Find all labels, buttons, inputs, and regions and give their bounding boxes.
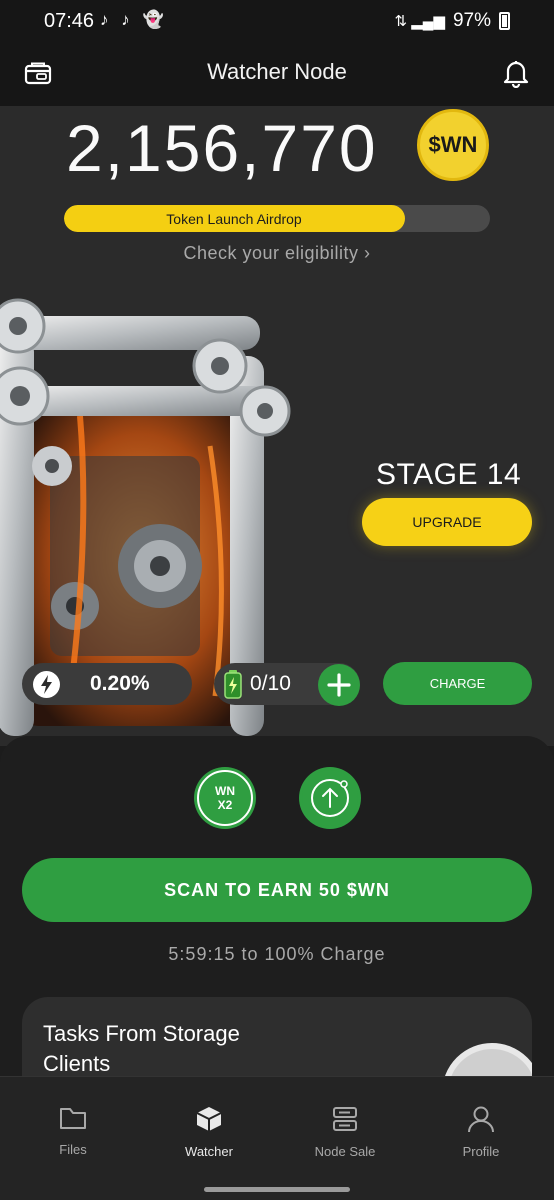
battery-charge-icon <box>223 669 243 704</box>
home-indicator[interactable] <box>204 1187 350 1192</box>
notification-icons: ♪ ♪ 👻 <box>100 10 168 29</box>
boost-x2-line1: WN <box>215 784 235 798</box>
arrow-up-circle-icon <box>311 779 349 817</box>
upgrade-button[interactable]: UPGRADE <box>362 498 532 546</box>
check-eligibility-link[interactable]: Check your eligibility › <box>0 243 554 264</box>
airdrop-label: Token Launch Airdrop <box>166 211 302 227</box>
nav-files[interactable]: Files <box>18 1105 128 1157</box>
status-bar: 07:46 ♪ ♪ 👻 ⇅ ▂▄▆ 97% <box>0 0 554 40</box>
folder-icon <box>60 1108 86 1129</box>
airdrop-progress-bar[interactable]: Token Launch Airdrop <box>64 205 490 232</box>
mining-rate-value: 0.20% <box>90 672 150 695</box>
battery-percent: 97% <box>452 10 491 31</box>
page-title: Watcher Node <box>207 59 347 84</box>
earn-sheet: WN X2 SCAN TO EARN 50 $WN 5:59:15 to 100… <box>0 736 554 1117</box>
add-charge-button[interactable] <box>318 664 360 706</box>
app-header: Watcher Node <box>0 40 554 106</box>
nav-files-label: Files <box>59 1142 87 1157</box>
nav-profile[interactable]: Profile <box>426 1105 536 1159</box>
nav-watcher-label: Watcher <box>185 1144 233 1159</box>
stage-title: STAGE 14 <box>376 458 522 491</box>
cube-icon <box>196 1107 222 1131</box>
battery-icon <box>499 12 510 30</box>
server-icon <box>333 1107 357 1131</box>
mining-rate-pill: 0.20% <box>22 663 192 705</box>
bell-icon[interactable] <box>502 58 530 93</box>
nav-watcher[interactable]: Watcher <box>154 1105 264 1159</box>
wn-x2-boost-button[interactable]: WN X2 <box>197 770 253 826</box>
main-panel: 2,156,770 $WN Token Launch Airdrop Check… <box>0 106 554 746</box>
balance-amount: 2,156,770 <box>66 111 378 185</box>
status-time: 07:46 <box>44 10 95 32</box>
charges-value: 0/10 <box>250 672 291 695</box>
nav-node-sale-label: Node Sale <box>314 1144 376 1159</box>
nav-profile-label: Profile <box>462 1144 500 1159</box>
bottom-navigation: Files Watcher Node Sale Profile <box>0 1076 554 1200</box>
charge-button[interactable]: CHARGE <box>383 662 532 705</box>
nav-node-sale[interactable]: Node Sale <box>290 1105 400 1159</box>
tasks-title: Tasks From Storage Clients <box>43 1021 240 1076</box>
charge-countdown: 5:59:15 to 100% Charge <box>168 944 386 964</box>
scan-to-earn-button[interactable]: SCAN TO EARN 50 $WN <box>22 858 532 922</box>
upgrade-boost-button[interactable] <box>302 770 358 826</box>
wn-coin-badge: $WN <box>417 109 489 181</box>
status-right: ⇅ ▂▄▆ 97% <box>395 10 510 32</box>
lightning-icon <box>33 671 60 698</box>
signal-icon: ⇅ ▂▄▆ <box>394 13 445 30</box>
user-icon <box>468 1106 494 1133</box>
boost-x2-line2: X2 <box>217 798 233 812</box>
